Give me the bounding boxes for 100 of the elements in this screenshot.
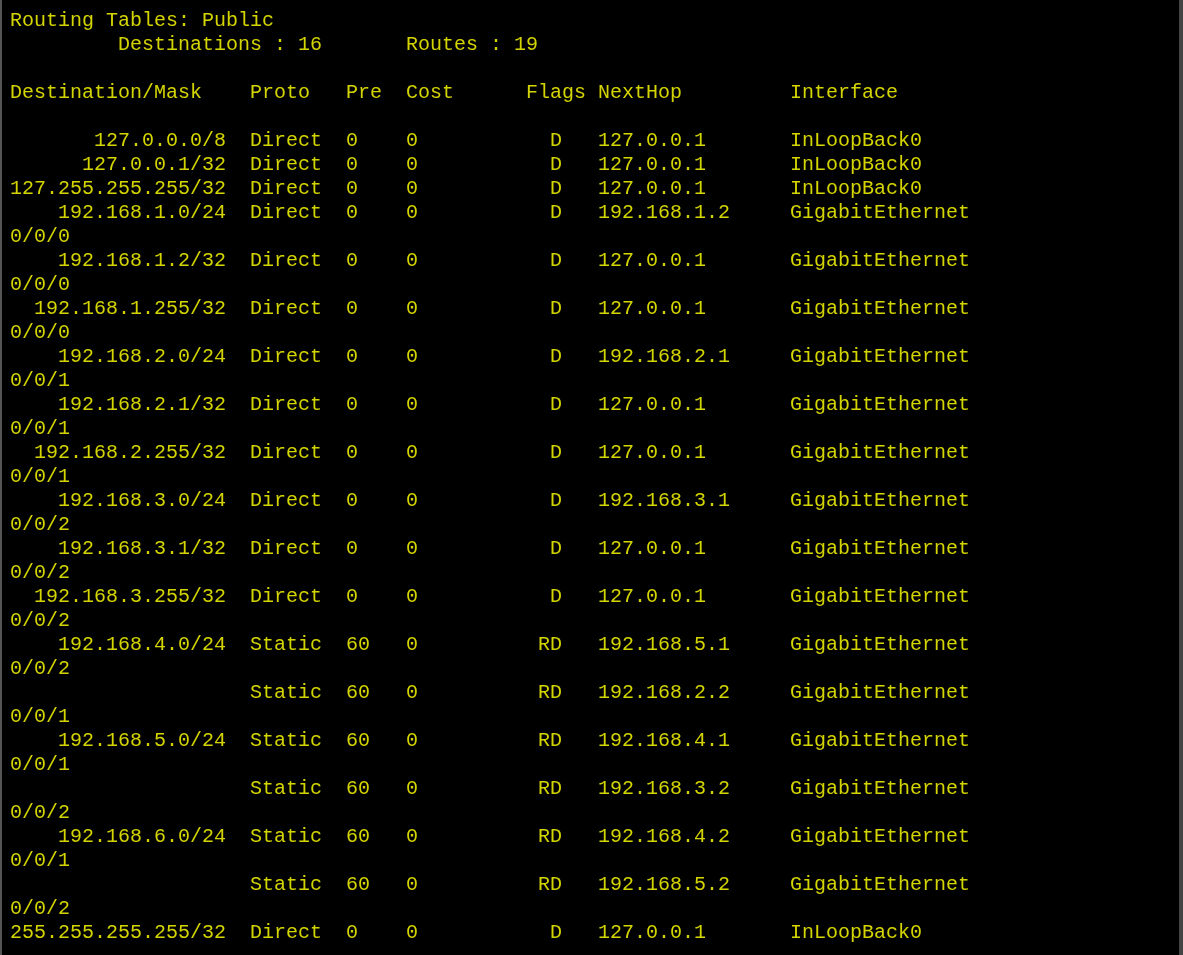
nexthop-cell: 127.0.0.1 bbox=[598, 177, 707, 200]
destination-cell: 192.168.1.0/24 bbox=[58, 201, 227, 224]
pre-cell: 0 bbox=[346, 585, 359, 608]
flags-cell: RD bbox=[538, 681, 563, 704]
cost-cell: 0 bbox=[406, 297, 419, 320]
destination-cell: 192.168.3.0/24 bbox=[58, 489, 227, 512]
pre-cell: 0 bbox=[346, 393, 359, 416]
flags-cell: D bbox=[550, 585, 563, 608]
flags-cell: D bbox=[550, 489, 563, 512]
flags-header: Flags bbox=[526, 81, 588, 105]
interface-cell: 0/0/1 bbox=[10, 849, 70, 872]
proto-cell: Static bbox=[250, 681, 323, 704]
interface-cell: 0/0/1 bbox=[10, 369, 70, 392]
cost-cell: 0 bbox=[406, 249, 419, 272]
pre-header: Pre bbox=[346, 81, 384, 105]
cost-cell: 0 bbox=[406, 633, 419, 656]
cost-cell: 0 bbox=[406, 177, 419, 200]
interface-cell: 0/0/0 bbox=[10, 225, 70, 248]
cost-cell: 0 bbox=[406, 393, 419, 416]
destination-cell: 192.168.3.255/32 bbox=[34, 585, 227, 608]
flags-cell: RD bbox=[538, 825, 563, 848]
proto-cell: Direct bbox=[250, 921, 323, 944]
destination-cell: 192.168.4.0/24 bbox=[58, 633, 227, 656]
interface-cell: 0/0/1 bbox=[10, 417, 70, 440]
nexthop-cell: 192.168.4.2 bbox=[598, 825, 731, 848]
flags-cell: RD bbox=[538, 777, 563, 800]
proto-cell: Direct bbox=[250, 201, 323, 224]
nexthop-cell: 127.0.0.1 bbox=[598, 249, 707, 272]
flags-cell: RD bbox=[538, 633, 563, 656]
nexthop-cell: 127.0.0.1 bbox=[598, 129, 707, 152]
flags-cell: D bbox=[550, 201, 563, 224]
interface-cell: GigabitEthernet bbox=[790, 489, 971, 512]
proto-cell: Static bbox=[250, 729, 323, 752]
interface-cell: 0/0/2 bbox=[10, 897, 70, 920]
pre-cell: 0 bbox=[346, 345, 359, 368]
destination-cell: 192.168.2.1/32 bbox=[58, 393, 227, 416]
destination-cell: 127.0.0.1/32 bbox=[82, 153, 227, 176]
destination-header: Destination/Mask bbox=[10, 81, 204, 105]
flags-cell: D bbox=[550, 537, 563, 560]
proto-cell: Direct bbox=[250, 537, 323, 560]
cost-cell: 0 bbox=[406, 777, 419, 800]
proto-cell: Direct bbox=[250, 441, 323, 464]
pre-cell: 0 bbox=[346, 489, 359, 512]
flags-cell: RD bbox=[538, 873, 563, 896]
interface-cell: GigabitEthernet bbox=[790, 441, 971, 464]
destination-cell: 192.168.6.0/24 bbox=[58, 825, 227, 848]
interface-cell: InLoopBack0 bbox=[790, 921, 923, 944]
destination-cell: 192.168.5.0/24 bbox=[58, 729, 227, 752]
interface-cell: GigabitEthernet bbox=[790, 681, 971, 704]
flags-cell: D bbox=[550, 249, 563, 272]
interface-cell: GigabitEthernet bbox=[790, 537, 971, 560]
cost-cell: 0 bbox=[406, 201, 419, 224]
nexthop-cell: 127.0.0.1 bbox=[598, 585, 707, 608]
interface-cell: GigabitEthernet bbox=[790, 393, 971, 416]
interface-cell: GigabitEthernet bbox=[790, 345, 971, 368]
interface-header: Interface bbox=[790, 81, 900, 105]
destination-cell: 127.0.0.0/8 bbox=[94, 129, 227, 152]
destination-cell: 192.168.2.0/24 bbox=[58, 345, 227, 368]
interface-cell: 0/0/2 bbox=[10, 657, 70, 680]
interface-cell: GigabitEthernet bbox=[790, 585, 971, 608]
pre-cell: 60 bbox=[346, 681, 371, 704]
interface-cell: 0/0/0 bbox=[10, 273, 70, 296]
destination-cell: 255.255.255.255/32 bbox=[10, 921, 227, 944]
cost-cell: 0 bbox=[406, 873, 419, 896]
cost-cell: 0 bbox=[406, 441, 419, 464]
nexthop-cell: 127.0.0.1 bbox=[598, 297, 707, 320]
proto-cell: Direct bbox=[250, 153, 323, 176]
flags-cell: D bbox=[550, 921, 563, 944]
proto-cell: Static bbox=[250, 873, 323, 896]
interface-cell: 0/0/2 bbox=[10, 609, 70, 632]
pre-cell: 0 bbox=[346, 921, 359, 944]
interface-cell: GigabitEthernet bbox=[790, 777, 971, 800]
proto-cell: Direct bbox=[250, 345, 323, 368]
interface-cell: 0/0/2 bbox=[10, 561, 70, 584]
pre-cell: 60 bbox=[346, 729, 371, 752]
pre-cell: 60 bbox=[346, 633, 371, 656]
proto-header: Proto bbox=[250, 81, 312, 105]
nexthop-cell: 192.168.2.1 bbox=[598, 345, 731, 368]
flags-cell: D bbox=[550, 153, 563, 176]
nexthop-cell: 127.0.0.1 bbox=[598, 441, 707, 464]
nexthop-cell: 192.168.3.2 bbox=[598, 777, 731, 800]
proto-cell: Static bbox=[250, 633, 323, 656]
nexthop-cell: 192.168.3.1 bbox=[598, 489, 731, 512]
interface-cell: GigabitEthernet bbox=[790, 633, 971, 656]
interface-cell: 0/0/1 bbox=[10, 465, 70, 488]
interface-cell: 0/0/1 bbox=[10, 753, 70, 776]
nexthop-cell: 192.168.5.2 bbox=[598, 873, 731, 896]
pre-cell: 60 bbox=[346, 873, 371, 896]
proto-cell: Direct bbox=[250, 129, 323, 152]
interface-cell: GigabitEthernet bbox=[790, 297, 971, 320]
cost-cell: 0 bbox=[406, 489, 419, 512]
proto-cell: Direct bbox=[250, 393, 323, 416]
destinations-count: Destinations : 16 bbox=[118, 33, 324, 57]
flags-cell: D bbox=[550, 393, 563, 416]
nexthop-cell: 192.168.1.2 bbox=[598, 201, 731, 224]
pre-cell: 0 bbox=[346, 201, 359, 224]
cost-cell: 0 bbox=[406, 345, 419, 368]
cost-cell: 0 bbox=[406, 681, 419, 704]
flags-cell: D bbox=[550, 441, 563, 464]
interface-cell: GigabitEthernet bbox=[790, 249, 971, 272]
